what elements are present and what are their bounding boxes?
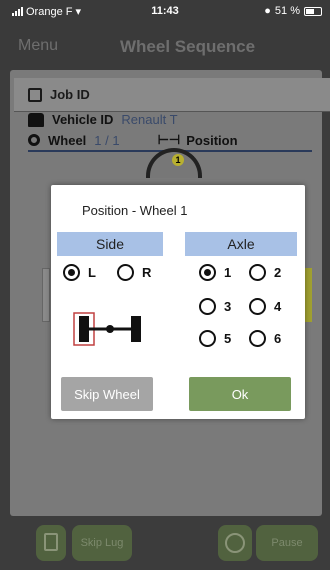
clipboard-icon	[28, 87, 42, 102]
axle-option-label: 1	[224, 265, 232, 280]
position-header: ⊢⊣ Position	[158, 132, 238, 148]
radio-icon	[117, 264, 134, 281]
status-bar: Orange F ▾ 11:43 ● 51 %	[0, 0, 330, 22]
axle-option-label: 4	[274, 299, 282, 314]
position-label: Position	[186, 132, 238, 148]
position-dialog: Position - Wheel 1 Side Axle L R 1 2 3 4…	[51, 185, 305, 419]
side-option-label: R	[142, 265, 152, 280]
battery-percent: 51 %	[274, 5, 300, 17]
job-id-row[interactable]: Job ID	[14, 78, 330, 112]
status-right: ● 51 %	[264, 5, 322, 17]
side-option-l[interactable]: L	[63, 264, 96, 281]
globe-icon	[225, 533, 245, 553]
axle-option-label: 5	[224, 331, 232, 346]
radio-icon	[249, 298, 266, 315]
right-wheel-shape	[131, 316, 141, 342]
axle-option-6[interactable]: 6	[249, 330, 281, 347]
side-option-label: L	[88, 265, 96, 280]
left-wheel-shape	[79, 316, 89, 342]
app-header: Menu Wheel Sequence	[0, 22, 330, 70]
axle-option-label: 6	[274, 331, 282, 346]
axle-option-label: 3	[224, 299, 232, 314]
radio-icon	[249, 264, 266, 281]
wheel-label: Wheel	[48, 132, 87, 148]
right-indicator	[304, 268, 312, 322]
wheel-count: 1 / 1	[94, 132, 120, 148]
document-icon	[44, 533, 58, 551]
left-indicator	[42, 268, 50, 322]
axle-span-icon: ⊢⊣	[157, 132, 181, 147]
globe-button[interactable]	[218, 525, 252, 561]
job-id-label: Job ID	[50, 87, 90, 102]
vehicle-row: Vehicle ID Renault T	[28, 112, 178, 127]
pause-button[interactable]: Pause	[256, 525, 318, 561]
side-option-r[interactable]: R	[117, 264, 151, 281]
document-button[interactable]	[36, 525, 66, 561]
side-header: Side	[57, 232, 163, 256]
radio-icon	[199, 298, 216, 315]
skip-wheel-button[interactable]: Skip Wheel	[61, 377, 153, 411]
tire-number-badge: 1	[172, 154, 184, 166]
battery-icon	[304, 6, 322, 16]
axle-option-5[interactable]: 5	[199, 330, 231, 347]
axle-diagram-icon	[73, 312, 141, 346]
radio-icon	[249, 330, 266, 347]
skip-lug-button[interactable]: Skip Lug	[72, 525, 132, 561]
axle-option-4[interactable]: 4	[249, 298, 281, 315]
axle-header: Axle	[185, 232, 297, 256]
dialog-title: Position - Wheel 1	[82, 203, 188, 218]
radio-selected-icon	[63, 264, 80, 281]
axle-option-1[interactable]: 1	[199, 264, 231, 281]
menu-button[interactable]: Menu	[18, 37, 58, 55]
axle-option-3[interactable]: 3	[199, 298, 231, 315]
radio-selected-icon	[199, 264, 216, 281]
axle-hub	[106, 325, 114, 333]
page-title: Wheel Sequence	[120, 37, 256, 56]
axle-option-2[interactable]: 2	[249, 264, 281, 281]
axle-option-label: 2	[274, 265, 282, 280]
alarm-icon: ●	[264, 5, 271, 17]
wheel-icon	[28, 134, 40, 146]
vehicle-id-label: Vehicle ID	[52, 112, 114, 127]
bottom-toolbar: Skip Lug Pause	[0, 516, 330, 570]
radio-icon	[199, 330, 216, 347]
truck-icon	[28, 112, 44, 127]
vehicle-model: Renault T	[121, 112, 178, 127]
ok-button[interactable]: Ok	[189, 377, 291, 411]
